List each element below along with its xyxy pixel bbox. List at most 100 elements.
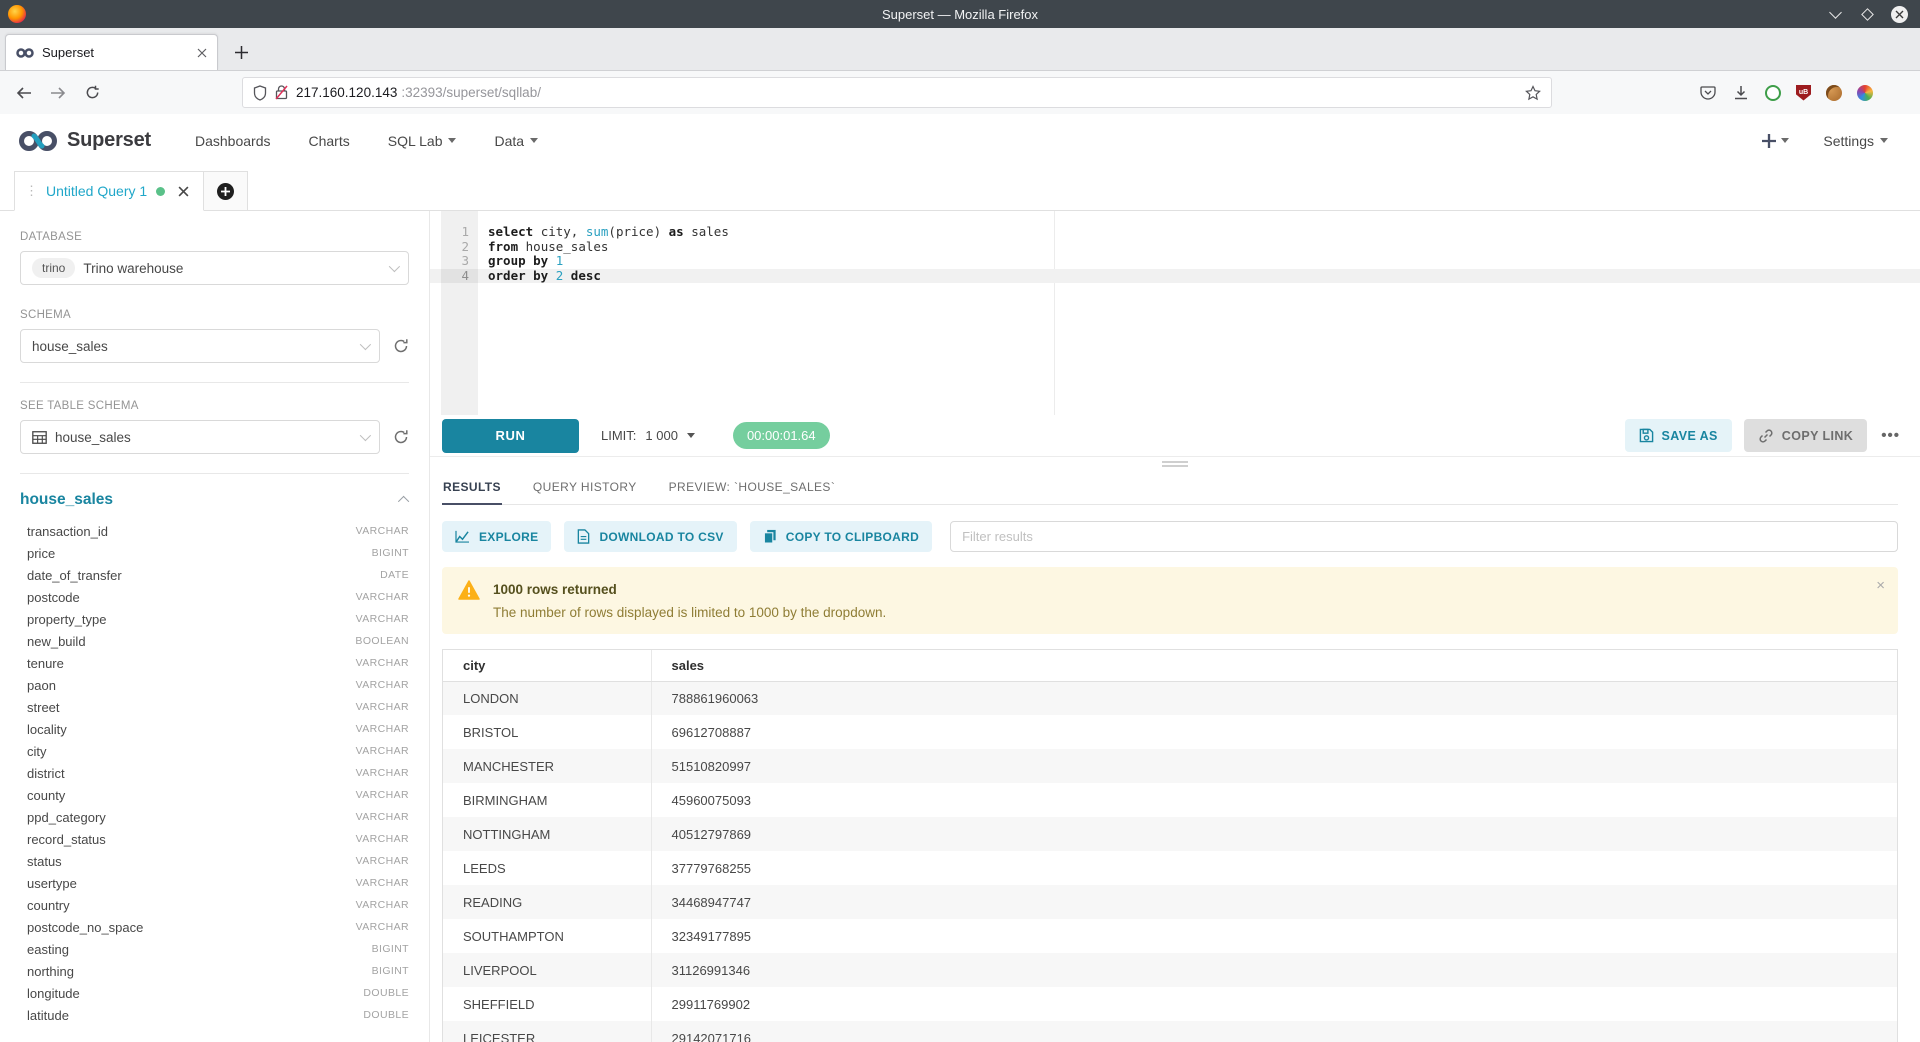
copy-clipboard-button[interactable]: COPY TO CLIPBOARD — [750, 521, 932, 552]
table-cell: 32349177895 — [651, 919, 1897, 953]
menu-hamburger-icon[interactable] — [1888, 84, 1904, 102]
close-tab-icon[interactable] — [197, 48, 207, 58]
table-row: LONDON788861960063 — [443, 681, 1897, 715]
tracking-shield-icon[interactable] — [253, 85, 267, 101]
settings-menu[interactable]: Settings — [1823, 133, 1888, 149]
column-item[interactable]: tenureVARCHAR — [20, 652, 409, 674]
table-row: LEEDS37779768255 — [443, 851, 1897, 885]
column-item[interactable]: ppd_categoryVARCHAR — [20, 806, 409, 828]
drag-handle-icon[interactable]: ⋮ — [25, 183, 37, 199]
nav-item-sql-lab[interactable]: SQL Lab — [388, 133, 457, 149]
column-item[interactable]: longitudeDOUBLE — [20, 982, 409, 1004]
cookie-extension-icon[interactable] — [1826, 85, 1842, 101]
reload-icon[interactable] — [78, 79, 106, 107]
column-item[interactable]: record_statusVARCHAR — [20, 828, 409, 850]
refresh-table-icon[interactable] — [393, 429, 409, 445]
superset-brand[interactable]: Superset — [18, 129, 151, 153]
query-tab[interactable]: ⋮ Untitled Query 1 — [14, 171, 204, 211]
column-item[interactable]: postcode_no_spaceVARCHAR — [20, 916, 409, 938]
copy-link-button[interactable]: COPY LINK — [1744, 419, 1867, 452]
column-item[interactable]: districtVARCHAR — [20, 762, 409, 784]
column-item[interactable]: property_typeVARCHAR — [20, 608, 409, 630]
results-table: city sales LONDON788861960063BRISTOL6961… — [443, 650, 1897, 1042]
nav-item-charts[interactable]: Charts — [309, 133, 350, 149]
column-header-sales[interactable]: sales — [651, 650, 1897, 681]
column-item[interactable]: transaction_idVARCHAR — [20, 520, 409, 542]
code-line[interactable]: 4order by 2 desc — [430, 269, 1920, 284]
column-item[interactable]: usertypeVARCHAR — [20, 872, 409, 894]
code-line[interactable]: 1select city, sum(price) as sales — [430, 225, 1920, 240]
column-type: DOUBLE — [363, 1009, 409, 1021]
column-item[interactable]: localityVARCHAR — [20, 718, 409, 740]
tab-results[interactable]: RESULTS — [442, 471, 502, 504]
column-item[interactable]: statusVARCHAR — [20, 850, 409, 872]
bookmark-star-icon[interactable] — [1525, 85, 1541, 101]
tab-query-history[interactable]: QUERY HISTORY — [532, 471, 638, 504]
more-actions-button[interactable]: ••• — [1881, 427, 1900, 444]
explore-button[interactable]: EXPLORE — [442, 521, 551, 552]
close-window-icon[interactable] — [1891, 6, 1908, 23]
privacy-mask-extension-icon[interactable] — [1765, 85, 1781, 101]
column-item[interactable]: streetVARCHAR — [20, 696, 409, 718]
new-tab-icon[interactable] — [226, 37, 256, 67]
code-line[interactable]: 3group by 1 — [430, 254, 1920, 269]
close-warning-icon[interactable]: × — [1876, 577, 1885, 594]
add-menu[interactable] — [1762, 134, 1789, 148]
column-item[interactable]: latitudeDOUBLE — [20, 1004, 409, 1026]
column-item[interactable]: paonVARCHAR — [20, 674, 409, 696]
column-item[interactable]: countryVARCHAR — [20, 894, 409, 916]
limit-dropdown[interactable]: LIMIT: 1 000 — [601, 428, 695, 443]
colorful-extension-icon[interactable] — [1857, 85, 1873, 101]
save-as-button[interactable]: SAVE AS — [1625, 419, 1732, 452]
url-bar[interactable]: 217.160.120.143:32393/superset/sqllab/ — [242, 77, 1552, 108]
column-name: northing — [27, 964, 74, 979]
new-query-tab-button[interactable] — [204, 171, 248, 211]
tab-preview-house-sales[interactable]: PREVIEW: `HOUSE_SALES` — [668, 471, 837, 504]
column-name: usertype — [27, 876, 77, 891]
ublock-extension-icon[interactable]: uB — [1796, 85, 1811, 101]
column-item[interactable]: postcodeVARCHAR — [20, 586, 409, 608]
maximize-icon[interactable] — [1859, 6, 1875, 22]
pane-resize-handle[interactable] — [430, 456, 1920, 471]
query-tab-title: Untitled Query 1 — [46, 183, 147, 199]
download-csv-button[interactable]: DOWNLOAD TO CSV — [564, 521, 736, 552]
run-button[interactable]: RUN — [442, 419, 579, 453]
nav-item-data[interactable]: Data — [494, 133, 538, 149]
nav-item-dashboards[interactable]: Dashboards — [195, 133, 271, 149]
column-item[interactable]: countyVARCHAR — [20, 784, 409, 806]
save-icon — [1639, 428, 1654, 443]
column-type: VARCHAR — [356, 833, 409, 845]
table-name-heading[interactable]: house_sales — [20, 491, 113, 509]
column-item[interactable]: date_of_transferDATE — [20, 564, 409, 586]
forward-icon[interactable] — [44, 79, 72, 107]
column-type: VARCHAR — [356, 789, 409, 801]
table-cell: NOTTINGHAM — [443, 817, 651, 851]
navbar-right: Settings — [1762, 133, 1902, 149]
downloads-icon[interactable] — [1732, 84, 1750, 102]
column-item[interactable]: northingBIGINT — [20, 960, 409, 982]
chevron-up-icon[interactable] — [398, 496, 409, 507]
pocket-icon[interactable] — [1699, 84, 1717, 102]
table-icon — [32, 431, 47, 444]
sql-editor[interactable]: 1select city, sum(price) as sales2from h… — [430, 211, 1920, 415]
browser-tab-superset[interactable]: Superset — [5, 34, 218, 70]
insecure-lock-icon[interactable] — [275, 85, 288, 100]
close-query-tab-icon[interactable] — [178, 186, 189, 197]
table-row: NOTTINGHAM40512797869 — [443, 817, 1897, 851]
link-icon — [1758, 428, 1774, 444]
schema-select[interactable]: house_sales — [20, 329, 380, 363]
code-line[interactable]: 2from house_sales — [430, 240, 1920, 255]
filter-results-input[interactable] — [950, 521, 1898, 552]
database-select[interactable]: trino Trino warehouse — [20, 251, 409, 285]
column-item[interactable]: priceBIGINT — [20, 542, 409, 564]
back-icon[interactable] — [10, 79, 38, 107]
column-header-city[interactable]: city — [443, 650, 651, 681]
table-select[interactable]: house_sales — [20, 420, 380, 454]
column-item[interactable]: eastingBIGINT — [20, 938, 409, 960]
column-item[interactable]: new_buildBOOLEAN — [20, 630, 409, 652]
column-item[interactable]: cityVARCHAR — [20, 740, 409, 762]
refresh-schema-icon[interactable] — [393, 338, 409, 354]
superset-logo-icon — [18, 129, 58, 153]
column-type: BOOLEAN — [355, 635, 409, 647]
minimize-icon[interactable] — [1827, 6, 1843, 22]
